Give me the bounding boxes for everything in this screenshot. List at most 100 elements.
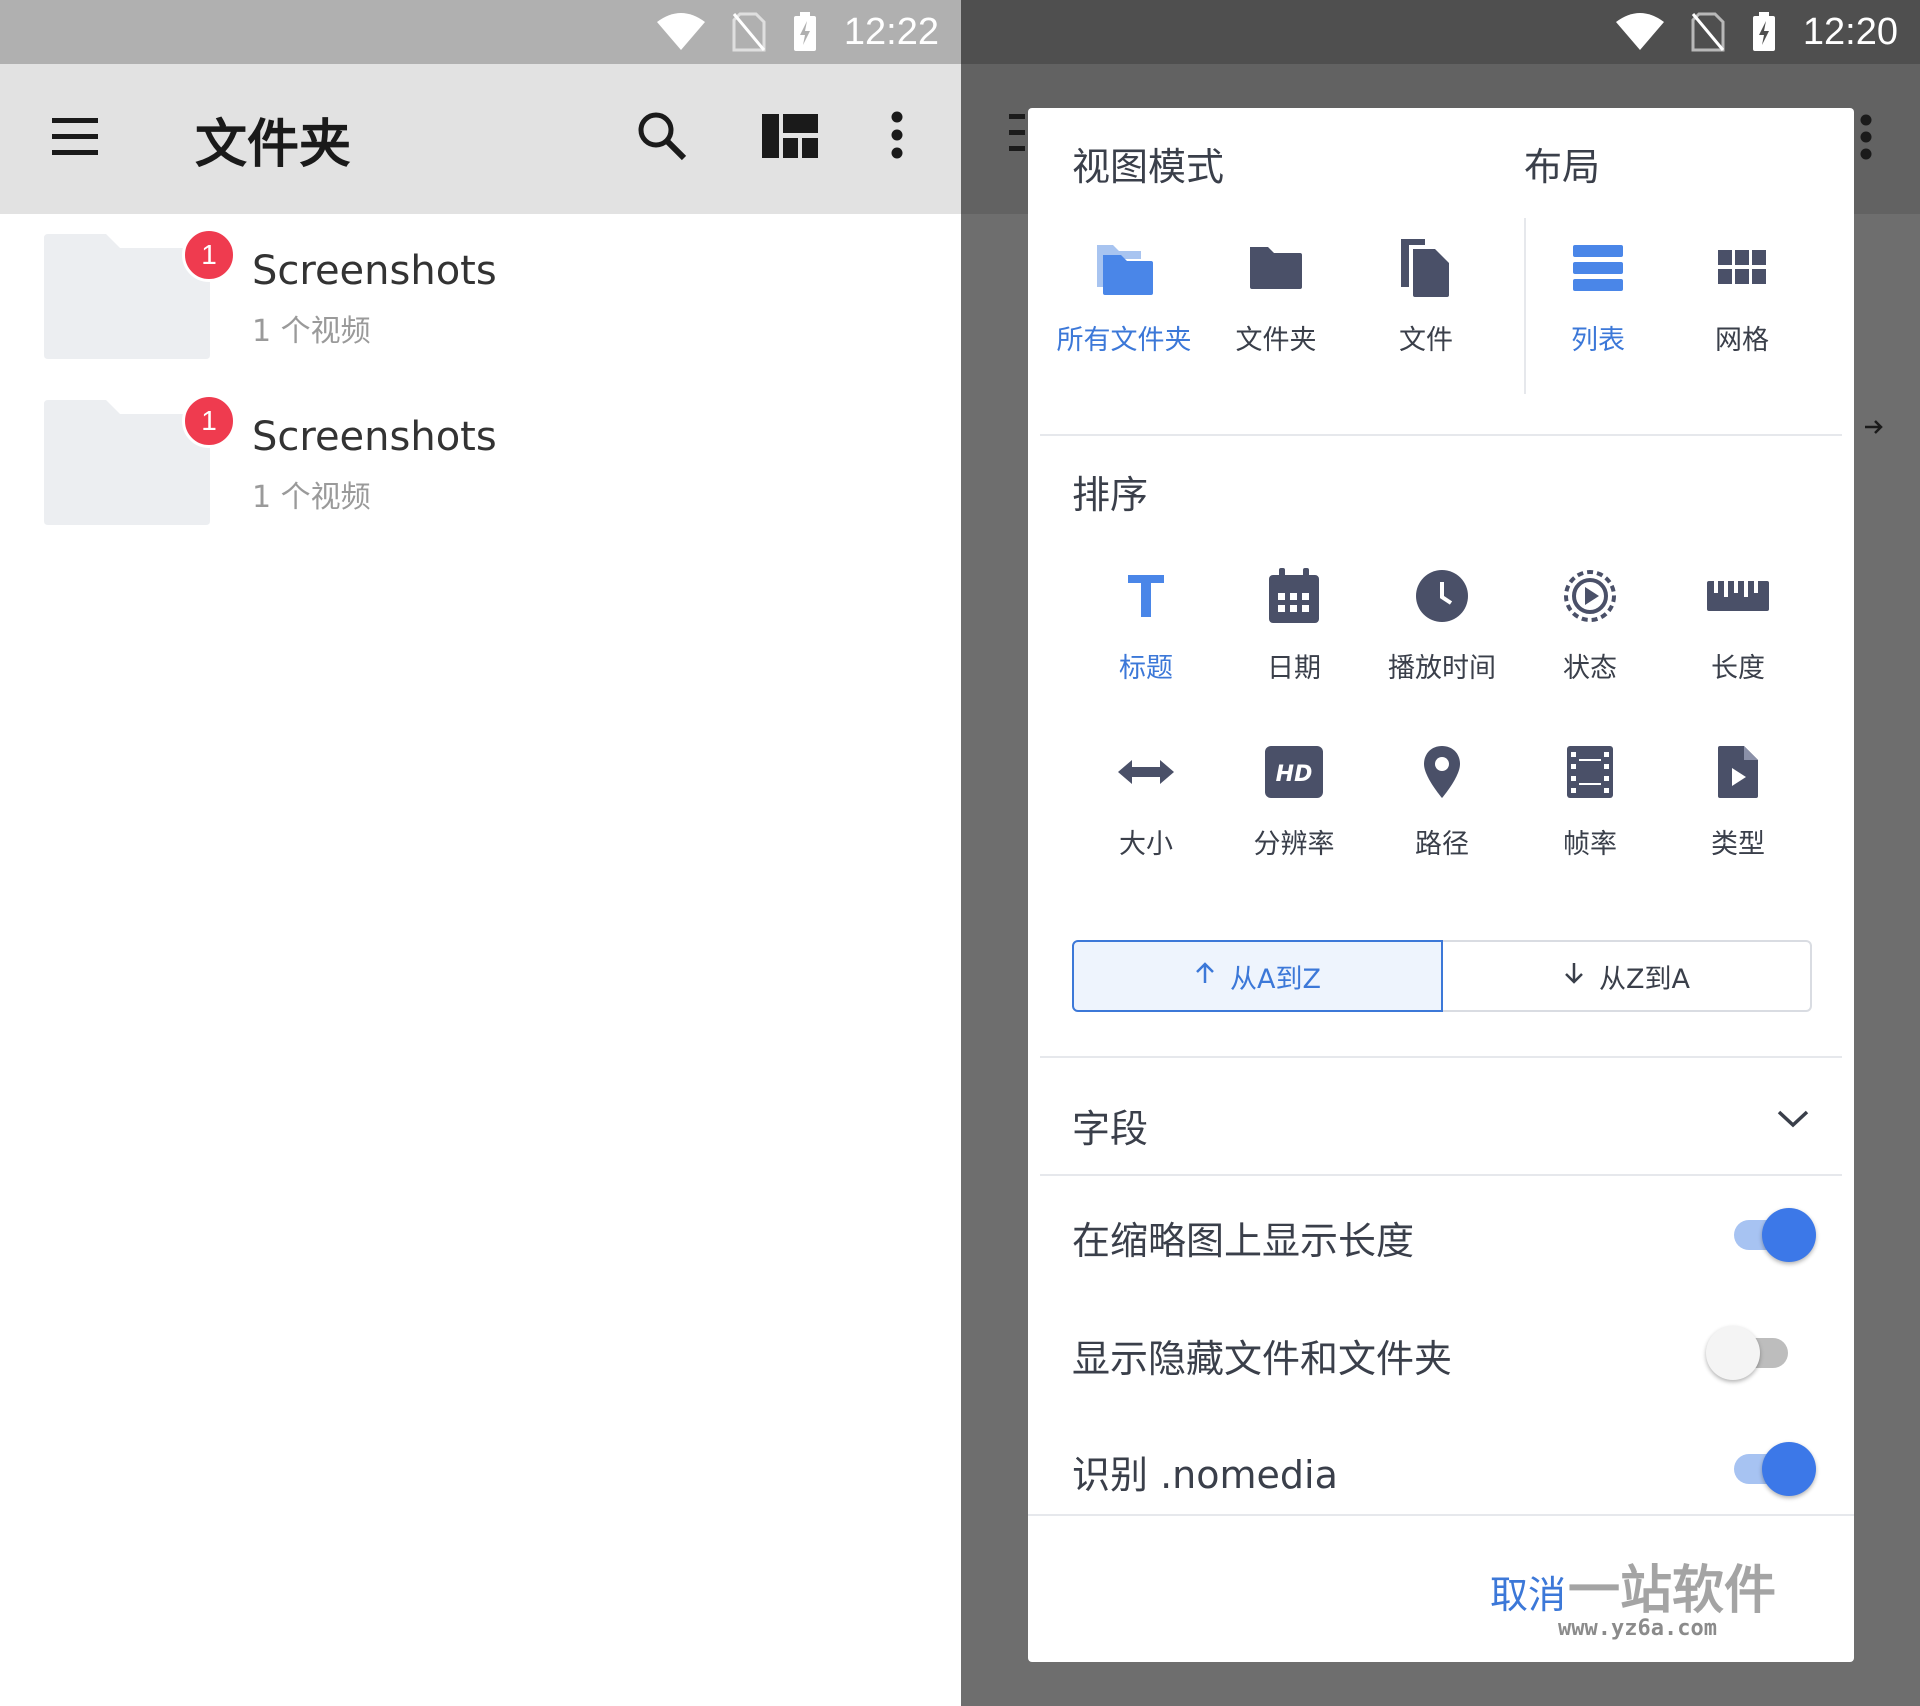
view-layout-icon[interactable] — [762, 114, 818, 162]
location-pin-icon — [1368, 732, 1516, 812]
arrow-down-icon — [1563, 961, 1585, 992]
toggle-row-show-hidden: 显示隐藏文件和文件夹 — [1072, 1310, 1812, 1390]
status-time: 12:20 — [1802, 10, 1898, 53]
resize-icon — [1072, 732, 1220, 812]
sort-frame-rate-option[interactable]: 帧率 — [1516, 732, 1664, 861]
list-item[interactable]: 1 Screenshots 1 个视频 — [0, 394, 961, 566]
page-title: 文件夹 — [195, 116, 352, 174]
sort-size-option[interactable]: 大小 — [1072, 732, 1220, 861]
folder-list-screen: 12:22 文件夹 1 Screenshots 1 个视频 1 Screensh… — [0, 0, 961, 1706]
layout-grid[interactable]: 网格 — [1668, 228, 1816, 357]
folder-name: Screenshots — [252, 248, 497, 294]
status-bar: 12:22 — [0, 0, 961, 64]
menu-icon — [1009, 112, 1025, 165]
app-bar: 文件夹 — [0, 64, 961, 214]
sort-label: 大小 — [1119, 829, 1173, 860]
chevron-down-icon — [1776, 1108, 1810, 1134]
sort-label: 类型 — [1711, 829, 1765, 860]
section-divider — [1040, 434, 1842, 436]
watermark-text: 一站软件 — [1568, 1561, 1777, 1621]
arrow-right-icon — [1863, 398, 1885, 449]
more-vert-icon — [1859, 114, 1873, 171]
video-file-icon — [1664, 732, 1812, 812]
sort-play-time-option[interactable]: 播放时间 — [1368, 556, 1516, 685]
status-bar: 12:20 — [961, 0, 1920, 64]
list-icon — [1524, 228, 1672, 308]
list-item[interactable]: 1 Screenshots 1 个视频 — [0, 228, 961, 400]
view-mode-label: 文件夹 — [1235, 325, 1317, 356]
nomedia-switch[interactable] — [1726, 1442, 1816, 1496]
sort-descending-button[interactable]: 从Z到A — [1443, 940, 1812, 1012]
fields-expander[interactable]: 字段 — [1028, 1058, 1854, 1178]
fields-title: 字段 — [1072, 1107, 1149, 1151]
sort-label: 播放时间 — [1388, 653, 1496, 684]
sort-date-option[interactable]: 日期 — [1220, 556, 1368, 685]
sort-title-option[interactable]: 标题 — [1072, 556, 1220, 685]
ruler-icon — [1664, 556, 1812, 636]
view-mode-label: 文件 — [1399, 325, 1453, 356]
menu-icon[interactable] — [52, 116, 100, 162]
title-icon — [1072, 556, 1220, 636]
display-options-screen: 12:20 视图模式 布局 所有文件夹 文件夹 文件 列表 网格 排序 标题 日… — [961, 0, 1920, 1706]
battery-charging-icon — [1751, 11, 1777, 53]
view-mode-files[interactable]: 文件 — [1352, 228, 1500, 357]
film-icon — [1516, 732, 1664, 812]
folder-icon — [1202, 228, 1350, 308]
wifi-icon — [656, 12, 706, 52]
sort-ascending-label: 从A到Z — [1230, 963, 1321, 995]
layout-title: 布局 — [1524, 145, 1601, 189]
status-time: 12:22 — [843, 10, 939, 53]
sort-order-toggle: 从A到Z 从Z到A — [1072, 940, 1812, 1012]
grid-icon — [1668, 228, 1816, 308]
toggle-label: 在缩略图上显示长度 — [1072, 1219, 1415, 1263]
folder-stack-icon — [1050, 228, 1198, 308]
sort-resolution-option[interactable]: HD 分辨率 — [1220, 732, 1368, 861]
sort-type-option[interactable]: 类型 — [1664, 732, 1812, 861]
folder-name: Screenshots — [252, 414, 497, 460]
count-badge: 1 — [182, 228, 236, 282]
sort-status-option[interactable]: 状态 — [1516, 556, 1664, 685]
hd-icon: HD — [1220, 732, 1368, 812]
sort-label: 标题 — [1119, 653, 1173, 684]
sort-path-option[interactable]: 路径 — [1368, 732, 1516, 861]
search-icon[interactable] — [636, 110, 688, 166]
arrow-up-icon — [1194, 961, 1216, 992]
sort-label: 路径 — [1415, 829, 1469, 860]
section-divider — [1040, 1174, 1842, 1176]
clock-icon — [1368, 556, 1516, 636]
files-icon — [1352, 228, 1500, 308]
view-mode-title: 视图模式 — [1072, 145, 1225, 189]
sort-descending-label: 从Z到A — [1599, 963, 1690, 995]
sort-label: 日期 — [1267, 653, 1321, 684]
more-vert-icon[interactable] — [890, 110, 904, 164]
sort-label: 长度 — [1711, 653, 1765, 684]
cancel-button[interactable]: 取消 — [1490, 1564, 1566, 1619]
sort-ascending-button[interactable]: 从A到Z — [1072, 940, 1443, 1012]
battery-charging-icon — [792, 11, 818, 53]
status-play-icon — [1516, 556, 1664, 636]
show-length-switch[interactable] — [1726, 1208, 1816, 1262]
layout-label: 列表 — [1571, 325, 1625, 356]
sort-label: 帧率 — [1563, 829, 1617, 860]
show-hidden-switch[interactable] — [1706, 1326, 1792, 1380]
sort-title: 排序 — [1072, 473, 1149, 517]
svg-text:HD: HD — [1276, 762, 1313, 787]
footer-divider — [1028, 1514, 1854, 1516]
view-mode-folders[interactable]: 文件夹 — [1202, 228, 1350, 357]
sort-label: 分辨率 — [1253, 829, 1335, 860]
layout-list[interactable]: 列表 — [1524, 228, 1672, 357]
calendar-icon — [1220, 556, 1368, 636]
layout-label: 网格 — [1715, 325, 1769, 356]
toggle-label: 显示隐藏文件和文件夹 — [1072, 1337, 1453, 1381]
toggle-row-nomedia: 识别 .nomedia — [1072, 1426, 1816, 1506]
no-sim-icon — [1691, 12, 1725, 52]
toggle-row-show-length: 在缩略图上显示长度 — [1072, 1192, 1816, 1272]
no-sim-icon — [732, 12, 766, 52]
display-options-dialog: 视图模式 布局 所有文件夹 文件夹 文件 列表 网格 排序 标题 日期 播放时间… — [1028, 108, 1854, 1662]
sort-label: 状态 — [1563, 653, 1617, 684]
wifi-icon — [1615, 12, 1665, 52]
folder-subtitle: 1 个视频 — [252, 314, 371, 349]
view-mode-all-folders[interactable]: 所有文件夹 — [1050, 228, 1198, 357]
toggle-label: 识别 .nomedia — [1072, 1453, 1338, 1497]
sort-length-option[interactable]: 长度 — [1664, 556, 1812, 685]
